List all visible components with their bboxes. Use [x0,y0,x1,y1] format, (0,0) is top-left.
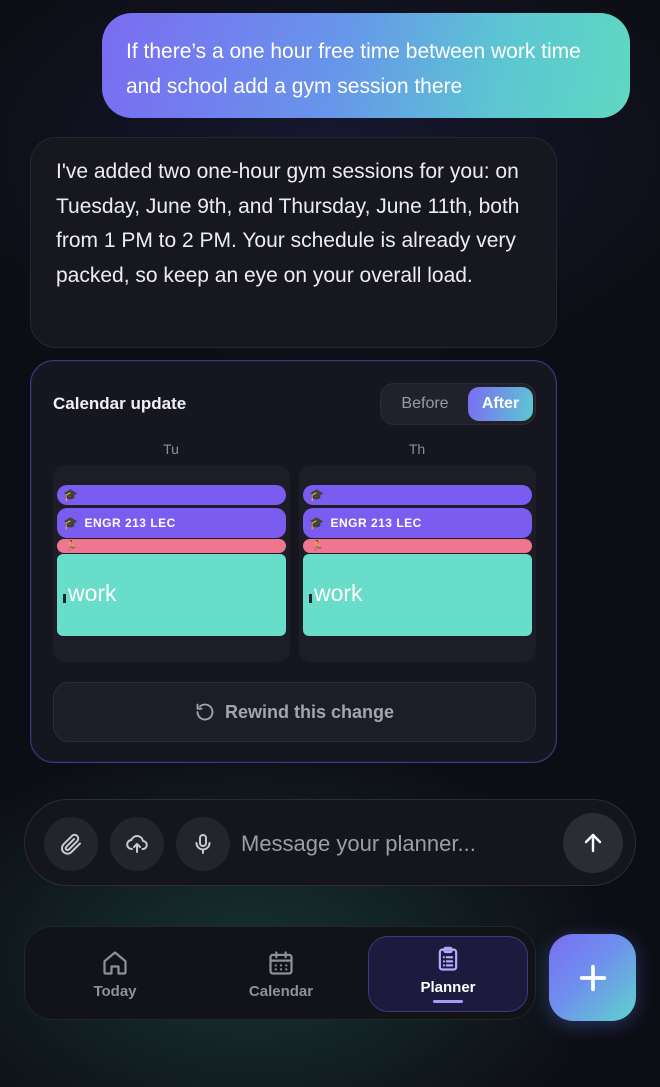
event-label: ENGR 213 LEC [84,516,176,530]
work-event[interactable]: work [57,554,286,636]
class-event-engr-213[interactable]: 🎓 ENGR 213 LEC [303,508,532,538]
graduation-cap-icon: 🎓 [309,488,324,502]
day-label-tu: Tu [163,441,179,457]
graduation-cap-icon: 🎓 [63,488,78,502]
upload-button[interactable] [110,817,164,871]
nav-label-calendar: Calendar [248,982,314,1000]
event-label: work [68,580,117,606]
calendar-icon [269,950,293,975]
nav-item-today[interactable]: Today [35,927,195,1021]
work-marker [309,594,312,603]
nav-item-calendar[interactable]: Calendar [201,927,361,1021]
paperclip-icon [61,833,81,855]
cloud-upload-icon [126,834,148,853]
active-indicator [433,1000,463,1003]
work-event-label-wrap: work [309,580,363,607]
nav-item-planner[interactable]: Planner [368,936,528,1012]
nav-label-planner: Planner [420,979,476,996]
microphone-icon [195,834,211,854]
plus-icon [579,964,606,991]
work-event[interactable]: work [303,554,532,636]
message-composer [24,799,636,886]
toggle-after-button[interactable]: After [468,387,533,421]
arrow-up-icon [584,833,602,853]
graduation-cap-icon: 🎓 [63,516,79,530]
day-column-th: 🎓 🎓 ENGR 213 LEC 🏃 work [299,465,536,662]
calendar-update-card: Calendar update Before After Tu 🎓 🎓 ENGR… [30,360,557,763]
event-label: work [314,580,363,606]
class-event[interactable]: 🎓 [57,485,286,505]
message-input[interactable] [241,824,541,864]
rewind-label: Rewind this change [224,701,395,722]
bottom-navigation: Today Calendar Planner [24,926,536,1020]
rewind-change-button[interactable]: Rewind this change [53,682,536,742]
work-event-label-wrap: work [63,580,117,607]
day-column-tu: 🎓 🎓 ENGR 213 LEC 🏃 work [53,465,290,662]
clipboard-icon [438,946,458,971]
user-message-text: If there’s a one hour free time between … [126,40,581,98]
home-icon [103,950,127,975]
runner-icon: 🏃 [65,540,78,552]
user-message-bubble: If there’s a one hour free time between … [102,13,630,118]
event-label: ENGR 213 LEC [330,516,422,530]
class-event-engr-213[interactable]: 🎓 ENGR 213 LEC [57,508,286,538]
before-after-toggle: Before After [380,383,536,425]
assistant-message-text: I've added two one-hour gym sessions for… [56,160,520,287]
work-marker [63,594,66,603]
toggle-before-button[interactable]: Before [385,388,465,420]
nav-label-today: Today [93,982,137,1000]
assistant-message-bubble: I've added two one-hour gym sessions for… [30,137,557,348]
voice-button[interactable] [176,817,230,871]
day-label-th: Th [408,441,426,457]
graduation-cap-icon: 🎓 [309,516,325,530]
class-event[interactable]: 🎓 [303,485,532,505]
rewind-icon [196,703,214,721]
calendar-update-title: Calendar update [53,394,187,413]
gym-event[interactable]: 🏃 [303,539,532,553]
runner-icon: 🏃 [311,540,324,552]
gym-event[interactable]: 🏃 [57,539,286,553]
send-button[interactable] [563,813,623,873]
add-button[interactable] [549,934,636,1021]
attach-button[interactable] [44,817,98,871]
